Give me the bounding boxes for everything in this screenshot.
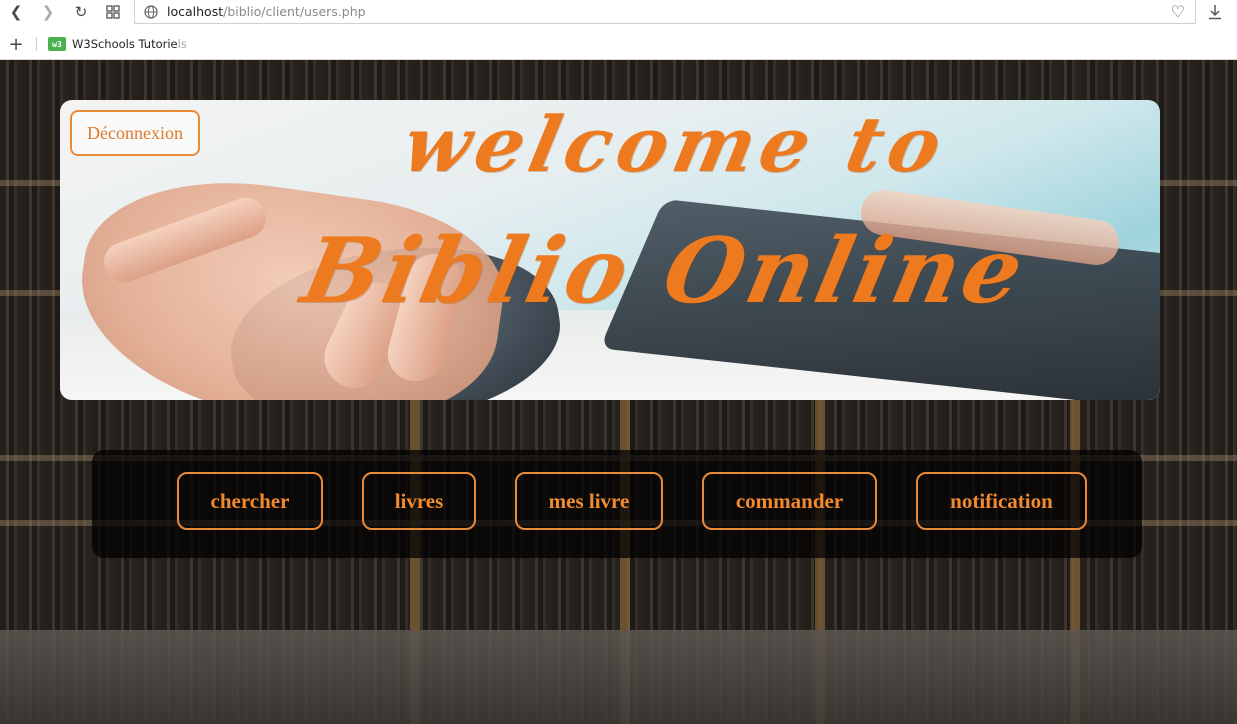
menu-button-livres[interactable]: livres — [362, 472, 476, 530]
address-bar[interactable]: localhost/biblio/client/users.php ♡ — [134, 0, 1196, 24]
page-background: welcome to Biblio Online Déconnexion che… — [0, 60, 1237, 724]
forward-icon[interactable]: ❯ — [36, 0, 60, 24]
url-path: /biblio/client/users.php — [223, 4, 366, 19]
globe-icon — [135, 4, 167, 19]
bookmark-w3schools[interactable]: w3 W3Schools Tutoriels — [48, 35, 187, 53]
add-bookmark-icon[interactable]: + — [6, 32, 26, 56]
w3schools-icon: w3 — [48, 37, 66, 51]
url-host: localhost — [167, 4, 224, 19]
heart-icon[interactable]: ♡ — [1171, 2, 1185, 21]
banner-title-welcome: welcome to — [395, 100, 956, 189]
banner-title-biblio: Biblio Online — [293, 218, 1037, 324]
bookmarks-bar: + w3 W3Schools Tutoriels — [0, 32, 1237, 56]
main-menu: chercher livres mes livre commander noti… — [92, 450, 1142, 558]
floor — [0, 630, 1237, 724]
menu-button-notification[interactable]: notification — [916, 472, 1087, 530]
bookmark-label: W3Schools Tutoriels — [72, 37, 187, 51]
browser-nav-row: ❮ ❯ ↻ localhost/biblio/client/users.php … — [0, 0, 1237, 24]
menu-button-chercher[interactable]: chercher — [177, 472, 323, 530]
url-text: localhost/biblio/client/users.php — [167, 4, 366, 19]
reload-icon[interactable]: ↻ — [69, 0, 93, 24]
menu-button-commander[interactable]: commander — [702, 472, 877, 530]
grid-icon[interactable] — [101, 0, 125, 24]
download-icon[interactable] — [1203, 0, 1227, 24]
logout-button[interactable]: Déconnexion — [70, 110, 200, 156]
welcome-banner: welcome to Biblio Online Déconnexion — [60, 100, 1160, 400]
bookmarks-divider — [36, 37, 37, 51]
back-icon[interactable]: ❮ — [4, 0, 28, 24]
menu-button-mes-livre[interactable]: mes livre — [515, 472, 663, 530]
browser-toolbar: ❮ ❯ ↻ localhost/biblio/client/users.php … — [0, 0, 1237, 60]
